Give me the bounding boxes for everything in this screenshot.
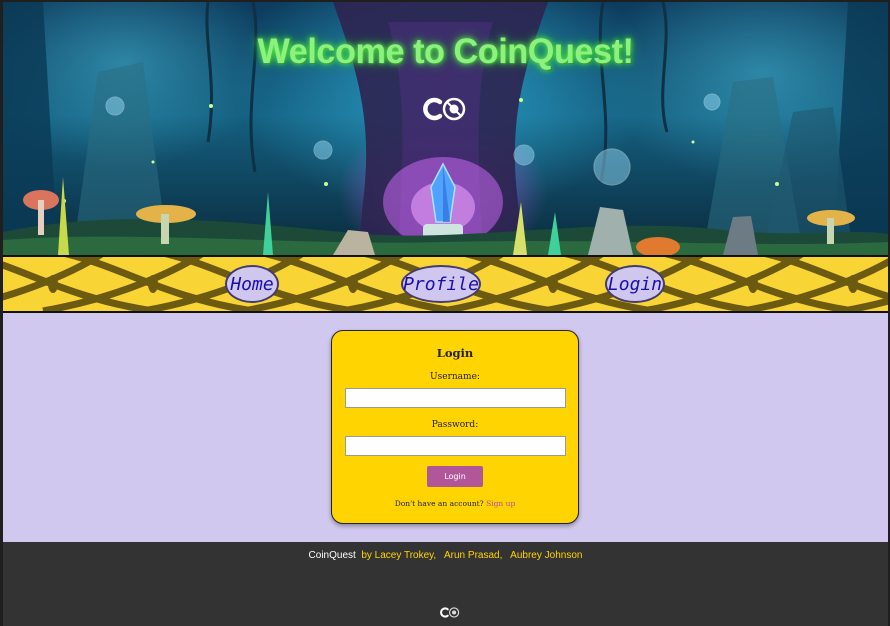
page: Welcome to CoinQuest! Home Profile Login… xyxy=(3,2,888,626)
footer-author-3: Aubrey Johnson xyxy=(510,550,583,561)
footer: CoinQuest by Lacey Trokey, Arun Prasad, … xyxy=(3,542,888,626)
nav-home-button[interactable]: Home xyxy=(225,265,279,303)
hero-title: Welcome to CoinQuest! xyxy=(257,32,634,71)
signup-prompt: Don't have an account? Sign up xyxy=(332,499,578,508)
password-input[interactable] xyxy=(345,436,566,456)
nav-profile-button[interactable]: Profile xyxy=(401,265,481,303)
footer-credits: CoinQuest by Lacey Trokey, Arun Prasad, … xyxy=(3,550,888,561)
signup-prompt-text: Don't have an account? xyxy=(394,499,484,508)
login-submit-button[interactable]: Login xyxy=(427,466,483,487)
login-title: Login xyxy=(436,346,474,360)
login-card: Login Username: Password: Login Don't ha… xyxy=(331,330,579,524)
username-label: Username: xyxy=(430,372,480,382)
password-label: Password: xyxy=(431,420,479,430)
footer-brand: CoinQuest xyxy=(308,550,356,561)
footer-author-1: by Lacey Trokey, xyxy=(361,550,437,561)
coinquest-logo-icon xyxy=(423,97,466,121)
coinquest-logo-icon xyxy=(440,607,460,618)
signup-link[interactable]: Sign up xyxy=(486,499,515,508)
nav-login-button[interactable]: Login xyxy=(605,265,665,303)
username-input[interactable] xyxy=(345,388,566,408)
hero-banner: Welcome to CoinQuest! xyxy=(3,2,888,255)
main-nav: Home Profile Login xyxy=(3,255,888,313)
footer-author-2: Arun Prasad, xyxy=(444,550,503,561)
